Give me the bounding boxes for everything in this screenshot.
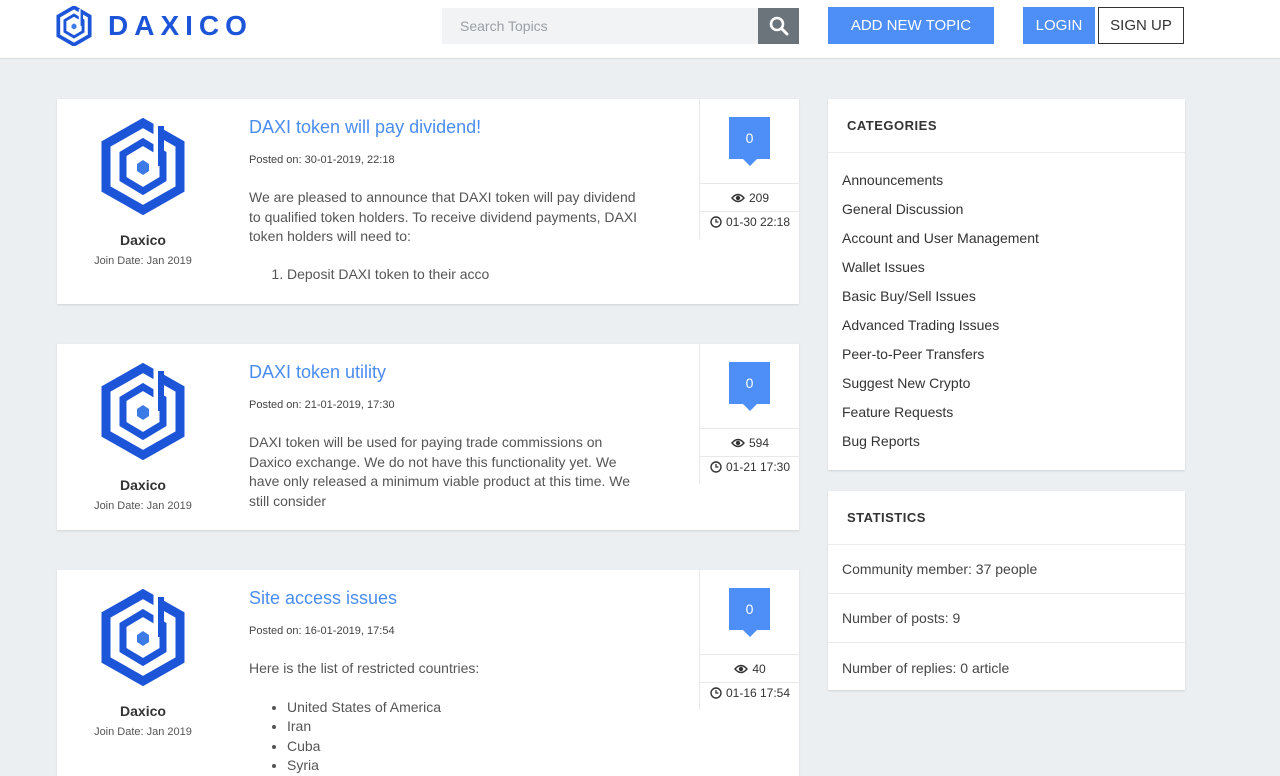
posted-date: Posted on: 21-01-2019, 17:30 <box>249 399 395 411</box>
category-item-bug-reports[interactable]: Bug Reports <box>828 433 1185 462</box>
excerpt-ordered-list: Deposit DAXI token to their acco <box>249 265 639 285</box>
add-new-topic-button[interactable]: ADD NEW TOPIC <box>828 7 994 44</box>
topic-stats: 0 40 01-16 17:54 <box>699 570 799 710</box>
posted-date: Posted on: 16-01-2019, 17:54 <box>249 625 395 637</box>
last-activity-value: 01-21 17:30 <box>725 460 791 474</box>
signup-button[interactable]: SIGN UP <box>1098 7 1184 44</box>
category-item-p2p-transfers[interactable]: Peer-to-Peer Transfers <box>828 346 1185 375</box>
reply-count-badge: 0 <box>729 588 770 637</box>
search-icon <box>769 16 788 36</box>
search-input[interactable] <box>442 8 758 44</box>
clock-icon <box>710 687 722 699</box>
author-join-date: Join Date: Jan 2019 <box>94 726 192 738</box>
category-item-advanced-trading[interactable]: Advanced Trading Issues <box>828 317 1185 346</box>
author-avatar-icon[interactable] <box>100 589 186 686</box>
brand-name: DAXICO <box>108 10 253 41</box>
reply-count-badge: 0 <box>729 117 770 166</box>
reply-count-badge: 0 <box>729 362 770 411</box>
topic-excerpt: Here is the list of restricted countries… <box>249 660 480 676</box>
stat-number-of-replies: Number of replies: 0 article <box>842 659 1010 676</box>
excerpt-bullet-list: United States of America Iran Cuba Syria <box>249 698 639 776</box>
eye-icon <box>734 664 749 673</box>
view-count-value: 209 <box>748 190 770 205</box>
categories-title: CATEGORIES <box>828 99 1185 153</box>
eye-icon <box>731 438 745 447</box>
stat-number-of-posts: Number of posts: 9 <box>828 594 1185 643</box>
view-count: 209 <box>700 183 799 212</box>
eye-icon <box>731 193 745 202</box>
statistics-panel: STATISTICS Community member: 37 people N… <box>828 491 1185 690</box>
category-list: Announcements General Discussion Account… <box>828 153 1185 462</box>
category-item-feature-requests[interactable]: Feature Requests <box>828 404 1185 433</box>
daxico-logo-icon <box>56 6 92 46</box>
list-item: United States of America <box>287 698 639 718</box>
topic-card: Daxico Join Date: Jan 2019 DAXI token ut… <box>57 344 799 530</box>
list-item: Deposit DAXI token to their acco <box>287 265 639 285</box>
category-item-announcements[interactable]: Announcements <box>828 172 1185 201</box>
view-count: 594 <box>700 428 799 457</box>
statistics-title: STATISTICS <box>828 491 1185 545</box>
topic-stats: 0 594 01-21 17:30 <box>699 344 799 484</box>
login-button[interactable]: LOGIN <box>1023 7 1095 44</box>
list-item: Iran <box>287 717 639 737</box>
topic-title-link[interactable]: DAXI token will pay dividend! <box>249 117 639 138</box>
categories-panel: CATEGORIES Announcements General Discuss… <box>828 99 1185 470</box>
view-count-value: 594 <box>748 435 770 450</box>
topic-stats: 0 209 01-30 22:18 <box>699 99 799 239</box>
author-name[interactable]: Daxico <box>57 477 229 493</box>
topic-card: Daxico Join Date: Jan 2019 DAXI token wi… <box>57 99 799 304</box>
topic-title-link[interactable]: DAXI token utility <box>249 362 639 383</box>
author-join-date: Join Date: Jan 2019 <box>94 500 192 512</box>
last-activity-date: 01-21 17:30 <box>700 460 799 474</box>
category-item-general-discussion[interactable]: General Discussion <box>828 201 1185 230</box>
posted-date: Posted on: 30-01-2019, 22:18 <box>249 154 395 166</box>
stat-community-members: Community member: 37 people <box>828 545 1185 594</box>
category-item-suggest-new-crypto[interactable]: Suggest New Crypto <box>828 375 1185 404</box>
topic-title-link[interactable]: Site access issues <box>249 588 639 609</box>
topic-excerpt: We are pleased to announce that DAXI tok… <box>249 189 638 244</box>
last-activity-date: 01-30 22:18 <box>700 215 799 229</box>
author-avatar-icon[interactable] <box>100 118 186 215</box>
topic-content: Site access issues Posted on: 16-01-2019… <box>249 588 639 776</box>
search-button[interactable] <box>758 8 799 44</box>
author-join-date: Join Date: Jan 2019 <box>94 255 192 267</box>
last-activity-value: 01-30 22:18 <box>725 215 791 229</box>
topic-excerpt: DAXI token will be used for paying trade… <box>249 434 631 509</box>
brand-logo[interactable]: DAXICO <box>56 6 256 46</box>
topic-card: Daxico Join Date: Jan 2019 Site access i… <box>57 570 799 776</box>
author-name[interactable]: Daxico <box>57 232 229 248</box>
category-item-wallet-issues[interactable]: Wallet Issues <box>828 259 1185 288</box>
topic-content: DAXI token utility Posted on: 21-01-2019… <box>249 362 639 511</box>
list-item: Cuba <box>287 737 639 757</box>
category-item-account-user-management[interactable]: Account and User Management <box>828 230 1185 259</box>
view-count-value: 40 <box>752 661 766 676</box>
list-item: Syria <box>287 756 639 776</box>
top-navbar: DAXICO ADD NEW TOPIC LOGIN SIGN UP <box>0 0 1280 59</box>
author-name[interactable]: Daxico <box>57 703 229 719</box>
author-avatar-icon[interactable] <box>100 363 186 460</box>
category-item-basic-buy-sell[interactable]: Basic Buy/Sell Issues <box>828 288 1185 317</box>
clock-icon <box>710 461 722 473</box>
search-bar <box>442 8 799 44</box>
view-count: 40 <box>700 654 799 683</box>
last-activity-value: 01-16 17:54 <box>725 686 791 700</box>
last-activity-date: 01-16 17:54 <box>700 686 799 700</box>
clock-icon <box>710 216 722 228</box>
topic-content: DAXI token will pay dividend! Posted on:… <box>249 117 639 284</box>
